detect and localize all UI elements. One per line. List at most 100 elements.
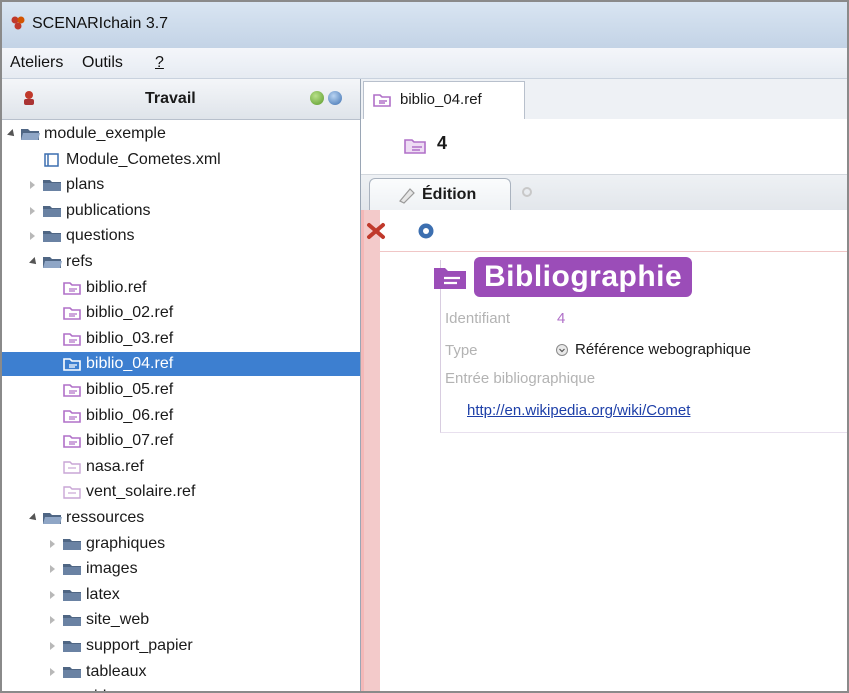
tree-item[interactable]: Module_Cometes.xml <box>2 148 360 172</box>
collapsed-arrow-icon[interactable] <box>30 207 35 215</box>
identifiant-label: Identifiant <box>445 310 511 327</box>
tree-item[interactable]: latex <box>2 583 360 607</box>
editor-tab-bar: Édition <box>361 174 847 212</box>
entree-link[interactable]: http://en.wikipedia.org/wiki/Comet <box>467 402 690 419</box>
document-tab-bar: biblio_04.ref <box>361 79 847 120</box>
tree-item[interactable]: biblio_05.ref <box>2 378 360 402</box>
tree-item-label: biblio_07.ref <box>86 432 174 449</box>
tree-item-label: biblio_04.ref <box>86 355 174 372</box>
tree-item-label: latex <box>86 586 120 603</box>
tree-item-label: plans <box>66 176 105 193</box>
tree-item[interactable]: biblio_02.ref <box>2 301 360 325</box>
folder-icon <box>63 615 81 626</box>
document-header: 4 <box>361 119 847 174</box>
collapsed-arrow-icon[interactable] <box>30 232 35 240</box>
editor-gutter-band <box>364 210 380 691</box>
tree-item-label: site_web <box>86 611 150 628</box>
menu-help[interactable]: ? <box>155 54 164 72</box>
collapsed-arrow-icon[interactable] <box>50 565 55 573</box>
collapsed-arrow-icon[interactable] <box>50 668 55 676</box>
edit-icon <box>399 188 415 204</box>
tree-item[interactable]: module_exemple <box>2 122 360 146</box>
menu-circle-icon[interactable] <box>417 222 435 240</box>
ref-file-icon <box>63 384 81 397</box>
tree-item[interactable]: biblio_03.ref <box>2 327 360 351</box>
tree-item[interactable]: biblio_06.ref <box>2 404 360 428</box>
tree-item[interactable]: nasa.ref <box>2 455 360 479</box>
collapsed-arrow-icon[interactable] <box>50 540 55 548</box>
folder-open-icon <box>43 513 62 524</box>
tree-item[interactable]: site_web <box>2 608 360 632</box>
type-value[interactable]: Référence webographique <box>575 341 751 358</box>
add-icon[interactable] <box>310 91 324 105</box>
collapsed-arrow-icon[interactable] <box>30 181 35 189</box>
tree-item-label: biblio.ref <box>86 279 147 296</box>
folder-icon <box>63 564 81 575</box>
tree-item-label: biblio_03.ref <box>86 330 174 347</box>
workspace-icon <box>24 91 34 105</box>
ref-file-icon <box>63 410 81 423</box>
app-window: SCENARIchain 3.7 Ateliers Outils ? Trava… <box>0 0 849 693</box>
workspace-header: Travail <box>2 79 360 120</box>
ref-file-light-icon <box>63 486 81 499</box>
workspace-title: Travail <box>145 90 196 107</box>
folder-open-icon <box>43 257 62 268</box>
title-bar: SCENARIchain 3.7 <box>2 2 847 49</box>
tree-item-label: tableaux <box>86 663 147 680</box>
tree-item[interactable]: graphiques <box>2 532 360 556</box>
tree-item[interactable]: biblio.ref <box>2 276 360 300</box>
editor-area: Bibliographie Identifiant 4 Type Référen… <box>361 210 847 691</box>
ref-file-light-icon <box>63 461 81 474</box>
tab-biblio-04[interactable]: biblio_04.ref <box>363 81 525 120</box>
tree-item[interactable]: video <box>2 685 360 693</box>
document-id: 4 <box>437 133 448 153</box>
tree-item[interactable]: biblio_04.ref <box>2 352 360 376</box>
section-heading: Bibliographie <box>474 257 693 297</box>
collapsed-arrow-icon[interactable] <box>50 642 55 650</box>
tab-options-icon[interactable] <box>519 184 535 200</box>
entree-label: Entrée bibliographique <box>445 370 596 387</box>
window-title: SCENARIchain 3.7 <box>32 15 169 32</box>
tab-label: biblio_04.ref <box>400 91 482 108</box>
collapsed-arrow-icon[interactable] <box>50 616 55 624</box>
close-red-icon[interactable] <box>366 222 388 240</box>
expanded-arrow-icon[interactable] <box>7 129 17 139</box>
expanded-arrow-icon[interactable] <box>29 257 39 267</box>
tree-item[interactable]: images <box>2 557 360 581</box>
menu-outils[interactable]: Outils <box>82 54 123 72</box>
tree-item[interactable]: support_papier <box>2 634 360 658</box>
tree-item-label: module_exemple <box>44 125 166 142</box>
ref-file-icon <box>63 435 81 448</box>
app-logo-icon <box>11 16 25 30</box>
collapsed-arrow-icon[interactable] <box>50 591 55 599</box>
menu-ateliers[interactable]: Ateliers <box>10 54 63 72</box>
tree-item-label: graphiques <box>86 535 166 552</box>
menu-bar: Ateliers Outils ? <box>2 48 847 79</box>
tab-edition-label: Édition <box>422 186 477 203</box>
ref-file-icon <box>63 307 81 320</box>
tree-item-label: biblio_06.ref <box>86 407 174 424</box>
expanded-arrow-icon[interactable] <box>29 513 39 523</box>
folder-icon <box>63 667 81 678</box>
tree-item-label: biblio_02.ref <box>86 304 174 321</box>
tree-item-label: nasa.ref <box>86 458 144 475</box>
tree-item[interactable]: publications <box>2 199 360 223</box>
options-icon[interactable] <box>328 91 342 105</box>
dropdown-icon[interactable] <box>555 343 569 357</box>
tree-item[interactable]: refs <box>2 250 360 274</box>
folder-icon <box>62 689 82 693</box>
tree-item[interactable]: ressources <box>2 506 360 530</box>
folder-open-icon <box>21 129 40 140</box>
tab-edition[interactable]: Édition <box>369 178 511 212</box>
tree-item[interactable]: tableaux <box>2 660 360 684</box>
identifiant-value[interactable]: 4 <box>557 310 565 327</box>
tree-item-label: ressources <box>66 509 145 526</box>
tree-item[interactable]: plans <box>2 173 360 197</box>
tree-item[interactable]: vent_solaire.ref <box>2 480 360 504</box>
tree-item-label: publications <box>66 202 151 219</box>
ref-file-icon <box>63 358 81 371</box>
tree-item-label: vent_solaire.ref <box>86 483 196 500</box>
tree-item[interactable]: biblio_07.ref <box>2 429 360 453</box>
tree-item[interactable]: questions <box>2 224 360 248</box>
ref-heading-icon <box>434 268 466 289</box>
